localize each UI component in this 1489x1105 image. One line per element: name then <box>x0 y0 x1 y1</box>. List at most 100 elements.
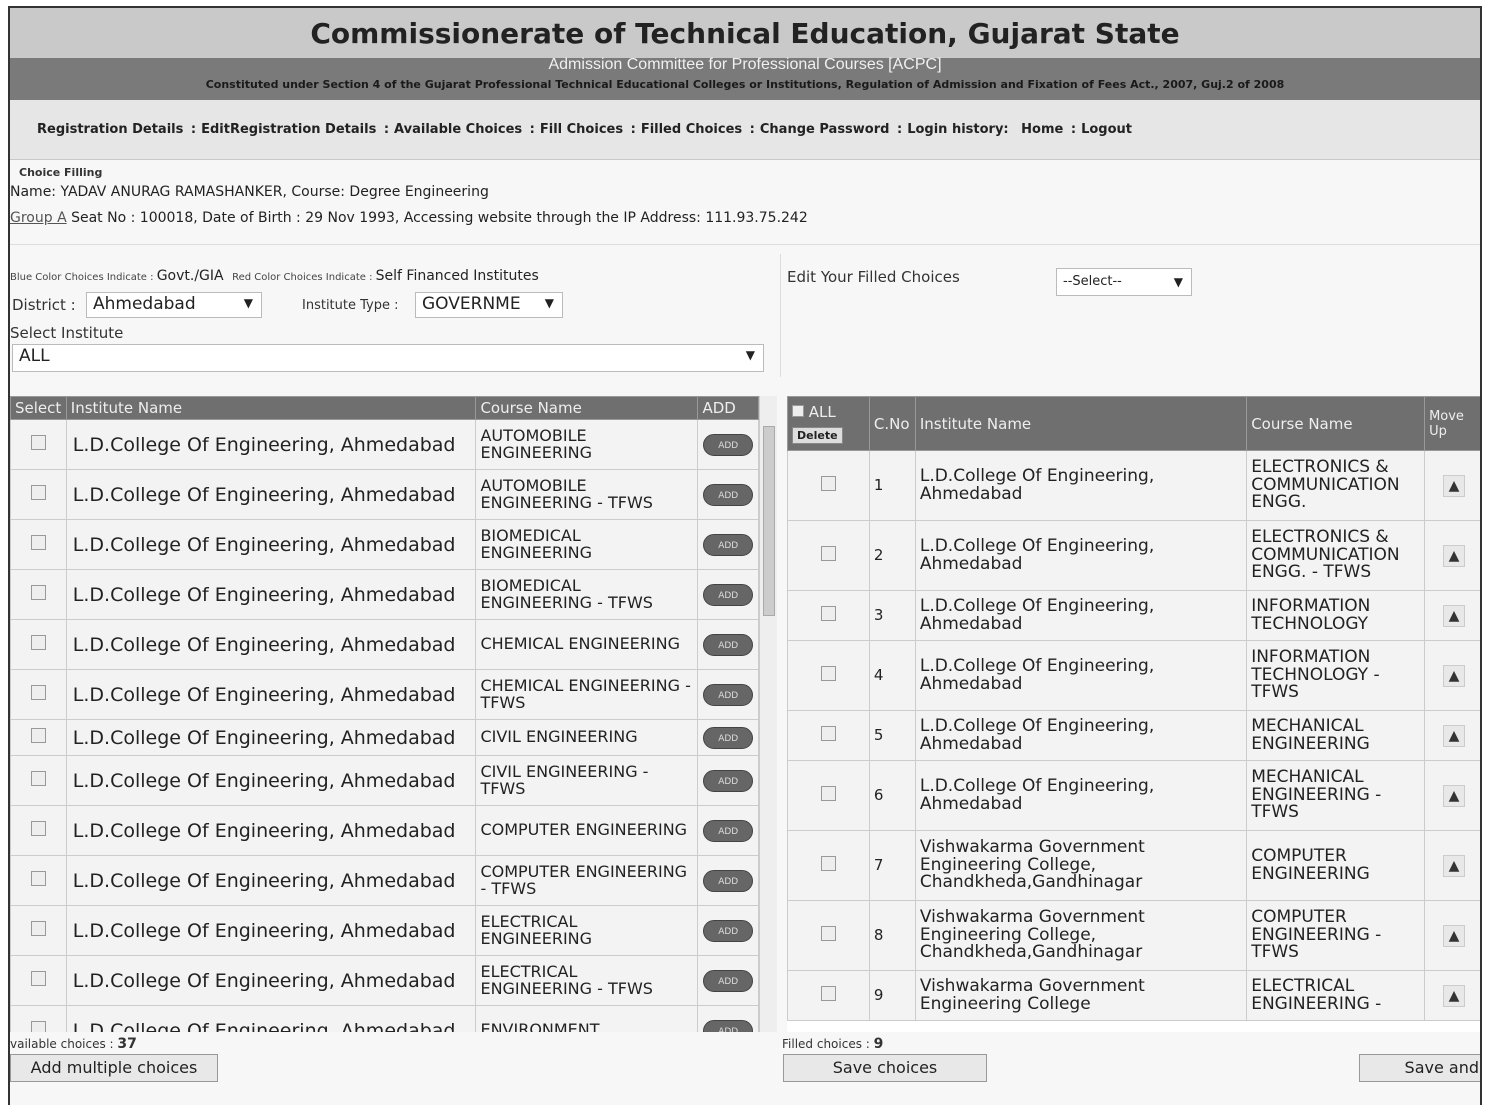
row-checkbox[interactable] <box>30 684 46 700</box>
institute-select[interactable]: ALL ▼ <box>12 344 764 372</box>
nav-links: Registration Details : EditRegistration D… <box>37 122 1132 137</box>
add-cell: ADD <box>697 955 759 1006</box>
nav-link-1[interactable]: EditRegistration Details <box>201 122 376 137</box>
arrow-up-icon[interactable]: ▲ <box>1443 924 1466 947</box>
institute-name: L.D.College Of Engineering, Ahmedabad <box>65 1005 477 1032</box>
delete-button[interactable]: Delete <box>792 427 843 444</box>
add-button[interactable]: ADD <box>703 434 754 456</box>
move-up-cell: ▲ <box>1424 450 1480 521</box>
row-checkbox[interactable] <box>30 634 46 650</box>
choice-number: 1 <box>868 450 916 521</box>
choice-number: 6 <box>868 760 916 831</box>
nav-link-8[interactable]: Logout <box>1081 122 1132 137</box>
add-button[interactable]: ADD <box>703 584 754 606</box>
row-checkbox[interactable] <box>820 545 836 561</box>
row-checkbox[interactable] <box>820 475 836 491</box>
left-scrollbar[interactable] <box>759 396 777 1032</box>
add-button[interactable]: ADD <box>703 870 754 892</box>
institute-name: L.D.College Of Engineering, Ahmedabad <box>65 469 477 520</box>
row-select-cell <box>10 855 67 906</box>
table-header-row: ALL Delete C.No Institute Name Course Na… <box>787 396 1480 451</box>
constitution-note: Constituted under Section 4 of the Gujar… <box>205 78 1285 91</box>
table-header-row: Select Institute Name Course Name ADD <box>10 396 759 420</box>
nav-link-3[interactable]: Fill Choices <box>540 122 623 137</box>
nav-link-4[interactable]: Filled Choices <box>641 122 742 137</box>
available-choices-table: Select Institute Name Course Name ADD L.… <box>10 396 759 1032</box>
nav-link-7[interactable]: Home <box>1021 122 1063 137</box>
arrow-up-icon[interactable]: ▲ <box>1443 984 1466 1007</box>
save-choices-button[interactable]: Save choices <box>783 1054 987 1082</box>
edit-choices-select[interactable]: --Select-- ▼ <box>1056 268 1192 296</box>
row-checkbox[interactable] <box>820 785 836 801</box>
row-checkbox[interactable] <box>30 870 46 886</box>
row-checkbox[interactable] <box>30 584 46 600</box>
row-checkbox[interactable] <box>30 534 46 550</box>
scroll-thumb[interactable] <box>763 426 775 616</box>
institute-name: L.D.College Of Engineering, Ahmedabad <box>65 955 477 1006</box>
row-select-cell <box>787 760 870 831</box>
red-legend-value: Self Financed Institutes <box>375 268 539 284</box>
arrow-up-icon[interactable]: ▲ <box>1443 664 1466 687</box>
group-link[interactable]: Group A <box>10 210 67 226</box>
row-checkbox[interactable] <box>30 1020 46 1032</box>
row-checkbox[interactable] <box>30 820 46 836</box>
save-and-button[interactable]: Save and <box>1359 1054 1480 1082</box>
institute-type-select[interactable]: GOVERNME ▼ <box>415 292 563 318</box>
table-row: 7 Vishwakarma Government Engineering Coll… <box>787 830 1480 901</box>
filled-count-value: 9 <box>873 1036 884 1052</box>
nav-separator: : <box>1066 122 1077 137</box>
arrow-up-icon[interactable]: ▲ <box>1443 604 1466 627</box>
add-button[interactable]: ADD <box>703 820 754 842</box>
row-checkbox[interactable] <box>820 985 836 1001</box>
select-all-checkbox[interactable] <box>792 405 804 417</box>
add-button[interactable]: ADD <box>703 634 754 656</box>
choice-number: 9 <box>868 970 916 1021</box>
nav-link-6[interactable]: Login history: <box>907 122 1008 137</box>
institute-name: L.D.College Of Engineering, Ahmedabad <box>65 805 477 856</box>
institute-name: L.D.College Of Engineering, Ahmedabad <box>65 719 477 756</box>
add-button[interactable]: ADD <box>703 484 754 506</box>
nav-link-5[interactable]: Change Password <box>760 122 890 137</box>
add-button[interactable]: ADD <box>703 920 754 942</box>
nav-separator: : <box>186 122 197 137</box>
row-checkbox[interactable] <box>820 665 836 681</box>
choice-number: 5 <box>868 710 916 761</box>
select-institute-label: Select Institute <box>10 324 124 342</box>
district-select[interactable]: Ahmedabad ▼ <box>86 292 262 318</box>
arrow-up-icon[interactable]: ▲ <box>1443 724 1466 747</box>
section-title: Choice Filling <box>19 166 103 179</box>
arrow-up-icon[interactable]: ▲ <box>1443 854 1466 877</box>
row-checkbox[interactable] <box>30 434 46 450</box>
arrow-up-icon[interactable]: ▲ <box>1443 544 1466 567</box>
add-button[interactable]: ADD <box>703 1020 754 1032</box>
nav-link-2[interactable]: Available Choices <box>394 122 522 137</box>
row-checkbox[interactable] <box>820 925 836 941</box>
filter-panel: Blue Color Choices Indicate : Govt./GIA … <box>10 254 780 377</box>
row-checkbox[interactable] <box>820 855 836 871</box>
course-name: ELECTRONICS & COMMUNICATION ENGG. - TFWS <box>1246 520 1426 591</box>
row-checkbox[interactable] <box>820 605 836 621</box>
arrow-up-icon[interactable]: ▲ <box>1443 474 1466 497</box>
add-button[interactable]: ADD <box>703 684 754 706</box>
arrow-up-icon[interactable]: ▲ <box>1443 784 1466 807</box>
row-checkbox[interactable] <box>30 727 46 743</box>
row-checkbox[interactable] <box>30 484 46 500</box>
row-checkbox[interactable] <box>820 725 836 741</box>
row-checkbox[interactable] <box>30 920 46 936</box>
add-button[interactable]: ADD <box>703 770 754 792</box>
row-checkbox[interactable] <box>30 970 46 986</box>
institute-name: Vishwakarma Government Engineering Colle… <box>914 830 1248 901</box>
row-checkbox[interactable] <box>30 770 46 786</box>
add-button[interactable]: ADD <box>703 534 754 556</box>
blue-legend-value: Govt./GIA <box>156 268 224 284</box>
row-select-cell <box>787 710 870 761</box>
row-select-cell <box>787 640 870 711</box>
add-button[interactable]: ADD <box>703 727 754 749</box>
edit-filled-choices: Edit Your Filled Choices --Select-- ▼ <box>780 254 1480 377</box>
table-row: 3 L.D.College Of Engineering, Ahmedabad IN… <box>787 590 1480 641</box>
add-button[interactable]: ADD <box>703 970 754 992</box>
nav-link-0[interactable]: Registration Details <box>37 122 183 137</box>
course-name: ELECTRICAL ENGINEERING <box>475 905 699 956</box>
color-legend: Blue Color Choices Indicate : Govt./GIA … <box>10 268 539 284</box>
add-multiple-choices-button[interactable]: Add multiple choices <box>10 1054 218 1082</box>
